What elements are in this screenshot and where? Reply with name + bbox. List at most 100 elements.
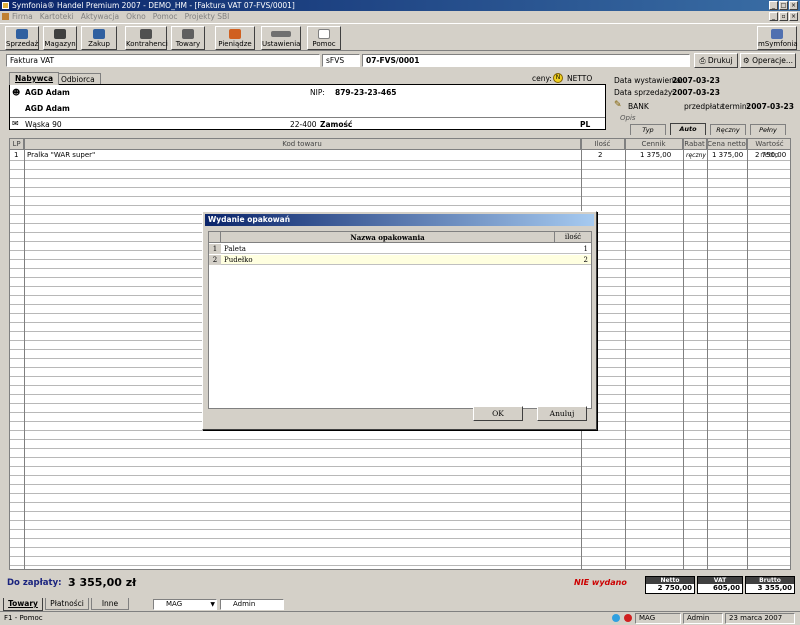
close-icon[interactable]: × xyxy=(789,1,798,10)
buyer-name[interactable]: AGD Adam xyxy=(25,88,70,97)
grid-hline xyxy=(10,520,790,521)
goods-button[interactable]: Towary xyxy=(171,26,205,50)
grid-hline xyxy=(10,475,790,476)
grid-hline xyxy=(10,187,790,188)
packaging-row-qty[interactable]: 2 xyxy=(584,255,588,265)
app-icon xyxy=(2,2,9,9)
tab-recipient[interactable]: Odbiorca xyxy=(55,73,101,84)
status-date: 23 marca 2007 xyxy=(725,613,795,624)
sales-button[interactable]: Sprzedaż xyxy=(5,26,39,50)
chevron-down-icon[interactable]: ▼ xyxy=(210,600,215,609)
maximize-icon[interactable]: □ xyxy=(779,1,788,10)
document-header-row: Faktura VAT sFVS 07-FVS/0001 ⎙ Drukuj ⚙ … xyxy=(0,53,800,69)
tab-type[interactable]: Typ xyxy=(630,124,666,135)
main-toolbar: Sprzedaż Magazyn Zakup Kontrahenci Towar… xyxy=(0,23,800,51)
grid-vline xyxy=(707,139,708,569)
tab-payments[interactable]: Płatności xyxy=(45,598,89,610)
grid-hline xyxy=(10,565,790,566)
menu-pomoc[interactable]: Pomoc xyxy=(153,11,178,22)
tab-buyer[interactable]: Nabywca xyxy=(9,72,60,85)
packaging-row-lp: 1 xyxy=(209,244,221,254)
grid-vline xyxy=(683,139,684,569)
menu-firma[interactable]: Firma xyxy=(12,11,33,22)
col-net-value[interactable]: Wartość netto xyxy=(747,139,790,159)
col-net-price[interactable]: Cena netto xyxy=(707,139,747,150)
netto-indicator-icon[interactable]: N xyxy=(553,73,563,83)
packaging-row-qty[interactable]: 1 xyxy=(584,244,588,254)
menu-kartoteki[interactable]: Kartoteki xyxy=(40,11,74,22)
doc-restore-icon[interactable]: ▫ xyxy=(779,12,788,21)
purchase-button[interactable]: Zakup xyxy=(81,26,117,50)
msymfonia-button[interactable]: mSymfonia xyxy=(757,26,798,50)
ok-button[interactable]: OK xyxy=(473,406,523,421)
payment-method[interactable]: BANK xyxy=(628,102,649,111)
packaging-dialog: Wydanie opakowań Nazwa opakowania ilość … xyxy=(202,211,597,430)
menu-projekty[interactable]: Projekty SBI xyxy=(185,11,230,22)
packaging-col-lp xyxy=(209,232,221,243)
warehouse-label: Magazyn xyxy=(44,40,76,48)
envelope-icon: ✉ xyxy=(12,119,19,128)
print-button[interactable]: ⎙ Drukuj xyxy=(694,53,738,68)
status-warehouse: MAG xyxy=(635,613,681,624)
status-bar: F1 - Pomoc MAG Admin 23 marca 2007 xyxy=(0,611,800,625)
contractors-button[interactable]: Kontrahenci xyxy=(125,26,168,50)
buyer-postal: 22-400 xyxy=(290,120,317,129)
tab-goods[interactable]: Towary xyxy=(3,598,43,611)
grid-vline xyxy=(747,139,748,569)
tab-manual[interactable]: Ręczny xyxy=(710,124,746,135)
grid-hline xyxy=(10,205,790,206)
vat-box: VAT 605,00 xyxy=(697,576,743,594)
document-icon xyxy=(2,13,9,20)
tab-other[interactable]: Inne xyxy=(91,598,129,610)
col-pricelist[interactable]: Cennik xyxy=(625,139,683,150)
operations-button[interactable]: ⚙ Operacje... xyxy=(740,53,796,68)
cancel-button[interactable]: Anuluj xyxy=(537,406,587,421)
document-type-field[interactable]: Faktura VAT xyxy=(6,54,320,67)
msymfonia-icon xyxy=(771,29,783,39)
warehouse-icon xyxy=(54,29,66,39)
purchase-label: Zakup xyxy=(88,40,110,48)
tab-full[interactable]: Pełny xyxy=(750,124,786,135)
minimize-icon[interactable]: _ xyxy=(769,1,778,10)
col-discount[interactable]: Rabat xyxy=(683,139,707,150)
brutto-label: Brutto xyxy=(746,577,794,584)
settings-icon xyxy=(271,31,291,37)
doc-close-icon[interactable]: × xyxy=(789,12,798,21)
table-row[interactable]: 1 Pralka "WAR super" 2 1 375,00 ręczny 1… xyxy=(10,151,790,160)
col-code[interactable]: Kod towaru xyxy=(24,139,581,150)
help-button[interactable]: Pomoc xyxy=(307,26,341,50)
row-net-price: 1 375,00 xyxy=(712,151,744,159)
warehouse-select-value: MAG xyxy=(166,600,183,608)
warehouse-button[interactable]: Magazyn xyxy=(43,26,77,50)
doc-minimize-icon[interactable]: _ xyxy=(769,12,778,21)
money-button[interactable]: Pieniądze xyxy=(215,26,255,50)
description-label: Opis xyxy=(620,114,636,122)
warehouse-select[interactable]: MAG ▼ xyxy=(153,599,217,610)
grid-hline xyxy=(10,502,790,503)
sale-date[interactable]: 2007-03-23 xyxy=(672,88,720,97)
grid-hline xyxy=(10,547,790,548)
status-help: F1 - Pomoc xyxy=(4,614,43,622)
help-label: Pomoc xyxy=(312,40,336,48)
grid-hline xyxy=(10,493,790,494)
document-number-field[interactable]: 07-FVS/0001 xyxy=(362,54,690,67)
grid-hline xyxy=(10,529,790,530)
alert-icon xyxy=(624,614,632,622)
list-item[interactable]: 2 Pudełko 2 xyxy=(209,255,591,265)
packaging-col-qty[interactable]: ilość xyxy=(555,232,591,243)
buyer-street: Wąska 90 xyxy=(25,120,62,129)
menu-okno[interactable]: Okno xyxy=(126,11,146,22)
sales-icon xyxy=(16,29,28,39)
user-field[interactable]: Admin xyxy=(220,599,284,610)
menu-aktywacja[interactable]: Aktywacja xyxy=(81,11,119,22)
col-lp[interactable]: LP xyxy=(10,139,24,150)
col-qty[interactable]: Ilość xyxy=(581,139,625,150)
payment-term[interactable]: 2007-03-23 xyxy=(746,102,794,111)
packaging-col-name[interactable]: Nazwa opakowania xyxy=(221,232,555,243)
issue-date[interactable]: 2007-03-23 xyxy=(672,76,720,85)
list-item[interactable]: 1 Paleta 1 xyxy=(209,244,591,254)
document-series-field[interactable]: sFVS xyxy=(322,54,360,67)
person-icon: ☻ xyxy=(12,88,21,97)
tab-auto[interactable]: Auto xyxy=(670,123,706,135)
settings-button[interactable]: Ustawienia xyxy=(261,26,301,50)
